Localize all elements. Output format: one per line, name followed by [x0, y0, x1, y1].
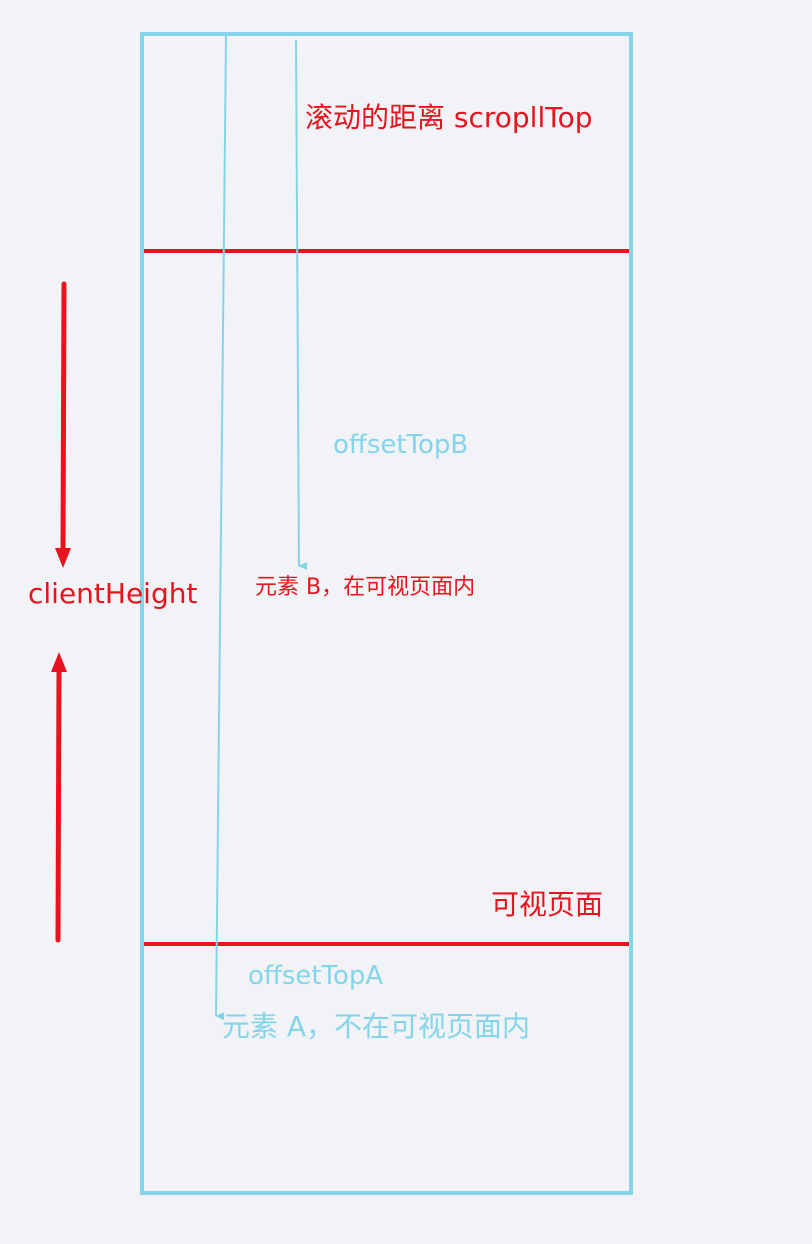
client-height-label: clientHeight	[28, 577, 198, 610]
scroll-diagram: 滚动的距离 scropllTop offsetTopB 元素 B，在可视页面内 …	[0, 0, 812, 1244]
offset-top-b-arrow	[295, 39, 308, 570]
offset-top-a-arrow	[215, 35, 227, 1021]
scroll-top-label: 滚动的距离 scropllTop	[305, 101, 593, 134]
client-height-arrow-down	[55, 281, 71, 568]
element-b-label: 元素 B，在可视页面内	[255, 575, 476, 600]
visible-page-label: 可视页面	[491, 888, 604, 921]
offset-top-b-label: offsetTopB	[333, 430, 469, 460]
client-height-arrow-up	[51, 652, 67, 943]
offset-top-a-label: offsetTopA	[248, 961, 384, 991]
diagram-shapes	[51, 32, 633, 1195]
element-a-label: 元素 A，不在可视页面内	[222, 1010, 531, 1043]
